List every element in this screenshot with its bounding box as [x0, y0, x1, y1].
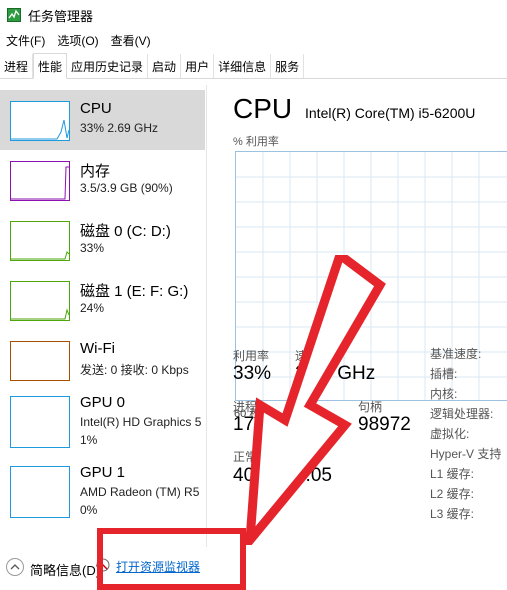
disk0-thumbnail-graph [10, 221, 70, 261]
sidebar-item-memory[interactable]: 内存 3.5/3.9 GB (90%) [0, 150, 205, 210]
graph-utilization-label: % 利用率 [233, 136, 279, 148]
disk1-thumbnail-graph [10, 281, 70, 321]
tab-users[interactable]: 用户 [181, 54, 215, 78]
bottom-bar: 简略信息(D) 打开资源监视器 [0, 552, 507, 590]
tab-bar: 进程 性能 应用历史记录 启动 用户 详细信息 服务 [0, 53, 507, 79]
spec-label-hyperv: Hyper-V 支持 [430, 447, 502, 461]
tab-performance[interactable]: 性能 [33, 53, 68, 79]
page-title: CPU [233, 93, 293, 124]
sidebar-item-label: CPU [80, 100, 112, 117]
wifi-thumbnail-graph [10, 341, 70, 381]
sidebar-item-label: 磁盘 1 (E: F: G:) [80, 283, 189, 300]
sidebar-item-value: AMD Radeon (TM) R5 [80, 485, 200, 499]
sidebar-item-disk0[interactable]: 磁盘 0 (C: D:) 33% [0, 210, 205, 270]
annotation-arrow [245, 255, 386, 545]
sidebar-item-value: 发送: 0 接收: 0 Kbps [80, 363, 189, 377]
sidebar-item-label: Wi-Fi [80, 340, 115, 357]
sidebar-item-label: GPU 1 [80, 464, 126, 481]
sidebar-item-value: 3.5/3.9 GB (90%) [80, 181, 173, 195]
sidebar-item-percent: 1% [80, 433, 98, 447]
annotation-highlight-box [97, 528, 246, 590]
sidebar-item-gpu1[interactable]: GPU 1 AMD Radeon (TM) R5 0% [0, 458, 205, 518]
gpu0-thumbnail-graph [10, 396, 70, 448]
menu-options[interactable]: 选项(O) [57, 32, 98, 50]
tab-details[interactable]: 详细信息 [214, 54, 272, 78]
spec-label-base-speed: 基准速度: [430, 347, 482, 361]
menu-file[interactable]: 文件(F) [6, 32, 45, 50]
window-title: 任务管理器 [28, 8, 94, 24]
spec-label-l3-cache: L3 缓存: [430, 507, 475, 521]
sidebar-item-value: 24% [80, 301, 105, 315]
tab-processes[interactable]: 进程 [0, 54, 34, 78]
brief-info-toggle[interactable]: 简略信息(D) [30, 560, 100, 579]
sidebar-item-value: 33% [80, 241, 105, 255]
sidebar-item-value: Intel(R) HD Graphics 5 [80, 415, 202, 429]
gpu1-thumbnail-graph [10, 466, 70, 518]
sidebar-item-disk1[interactable]: 磁盘 1 (E: F: G:) 24% [0, 270, 205, 330]
title-bar: 任务管理器 [0, 0, 507, 30]
sidebar-item-label: GPU 0 [80, 394, 126, 411]
sidebar-item-percent: 0% [80, 503, 98, 517]
spec-label-l1-cache: L1 缓存: [430, 467, 475, 481]
spec-label-l2-cache: L2 缓存: [430, 487, 475, 501]
memory-thumbnail-graph [10, 161, 70, 201]
cpu-thumbnail-graph [10, 101, 70, 141]
tab-app-history[interactable]: 应用历史记录 [67, 54, 149, 78]
sidebar-item-label: 磁盘 0 (C: D:) [80, 223, 171, 240]
spec-label-virtualization: 虚拟化: [430, 427, 470, 441]
spec-label-cores: 内核: [430, 387, 458, 401]
spec-label-logical-processors: 逻辑处理器: [430, 407, 494, 421]
menu-bar: 文件(F) 选项(O) 查看(V) [0, 32, 157, 50]
sidebar-item-cpu[interactable]: CPU 33% 2.69 GHz [0, 90, 205, 150]
tab-startup[interactable]: 启动 [148, 54, 182, 78]
task-manager-icon [6, 7, 22, 23]
collapse-details-button[interactable] [6, 558, 24, 576]
sidebar-item-value: 33% 2.69 GHz [80, 121, 159, 135]
menu-view[interactable]: 查看(V) [111, 32, 151, 50]
resource-sidebar: CPU 33% 2.69 GHz 内存 3.5/3.9 GB (90%) 磁盘 … [0, 85, 207, 547]
cpu-model-name: Intel(R) Core(TM) i5-6200U [305, 105, 476, 121]
sidebar-item-wifi[interactable]: Wi-Fi 发送: 0 接收: 0 Kbps [0, 330, 205, 390]
spec-label-sockets: 插槽: [430, 367, 458, 381]
sidebar-item-gpu0[interactable]: GPU 0 Intel(R) HD Graphics 5 1% [0, 390, 205, 450]
tab-services[interactable]: 服务 [271, 54, 305, 78]
sidebar-item-label: 内存 [80, 163, 111, 180]
